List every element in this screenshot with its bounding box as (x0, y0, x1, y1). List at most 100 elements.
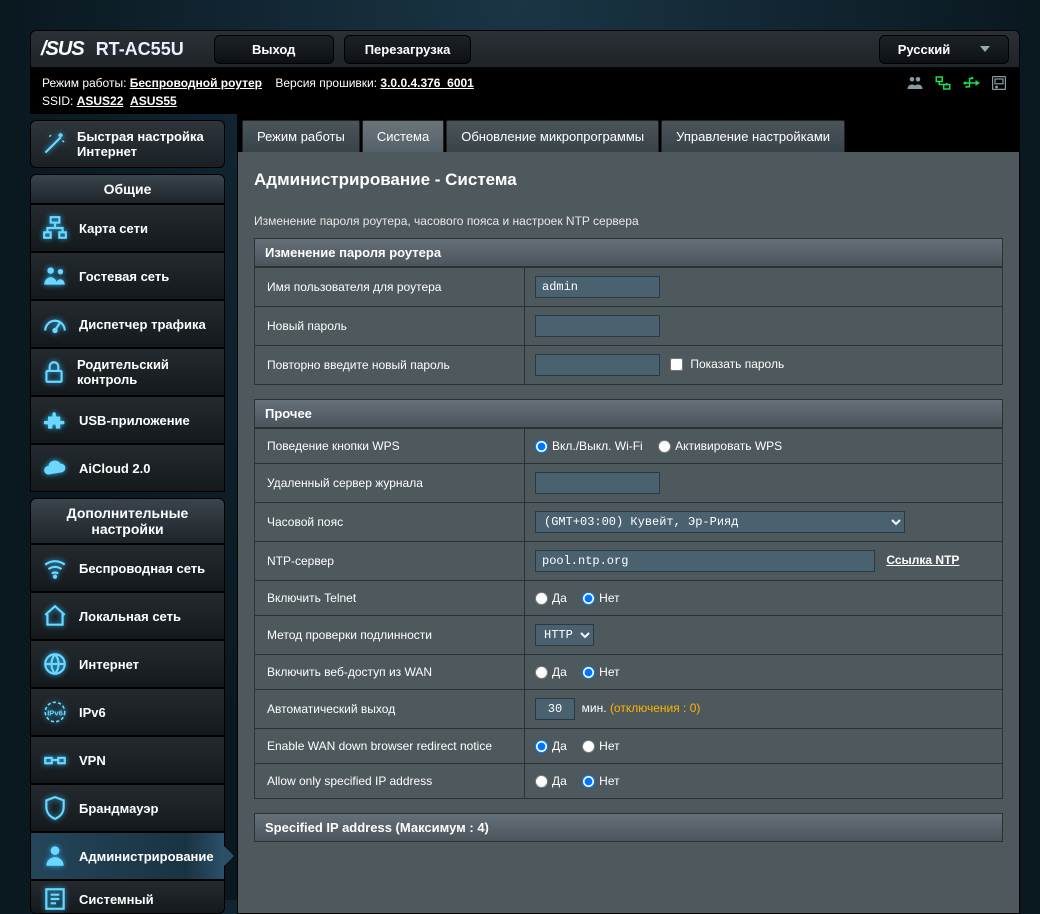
usb-icon[interactable] (962, 75, 980, 91)
sidebar-item-wireless[interactable]: Беспроводная сеть (30, 544, 225, 592)
sidebar-item-parental[interactable]: Родительский контроль (30, 348, 225, 396)
quick-setup-button[interactable]: Быстрая настройка Интернет (30, 120, 225, 168)
sidebar-item-network-map[interactable]: Карта сети (30, 204, 225, 252)
tab-firmware[interactable]: Обновление микропрограммы (446, 120, 659, 152)
sidebar-item-label: Интернет (79, 657, 139, 672)
retype-label: Повторно введите новый пароль (255, 346, 525, 385)
telnet-no[interactable]: Нет (582, 591, 619, 605)
retype-input[interactable] (535, 354, 660, 376)
sidebar-item-label: Беспроводная сеть (79, 561, 205, 576)
reboot-button[interactable]: Перезагрузка (344, 35, 472, 64)
allow-ip-label: Allow only specified IP address (255, 764, 525, 799)
log-icon (41, 885, 69, 913)
shield-icon (41, 794, 69, 822)
sidebar-item-wan[interactable]: Интернет (30, 640, 225, 688)
puzzle-icon (41, 406, 69, 434)
wan-down-yes[interactable]: Да (535, 739, 567, 753)
sidebar-item-ipv6[interactable]: IPv6 IPv6 (30, 688, 225, 736)
sidebar-item-label: IPv6 (79, 705, 106, 720)
sidebar-item-label: Брандмауэр (79, 801, 158, 816)
clients-icon[interactable] (906, 75, 924, 91)
wps-opt-toggle[interactable]: Вкл./Выкл. Wi-Fi (535, 439, 643, 453)
sidebar-item-label: AiCloud 2.0 (79, 461, 151, 476)
status-bar: Режим работы: Беспроводной роутер Версия… (30, 68, 1020, 114)
ssid1-link[interactable]: ASUS22 (77, 92, 124, 110)
allow-ip-yes[interactable]: Да (535, 774, 567, 788)
wps-opt-activate[interactable]: Активировать WPS (658, 439, 782, 453)
lock-icon (41, 358, 67, 386)
mode-value-link[interactable]: Беспроводной роутер (130, 74, 262, 92)
login-label: Имя пользователя для роутера (255, 268, 525, 307)
sidebar: Быстрая настройка Интернет Общие Карта с… (30, 120, 225, 914)
network-map-icon (41, 214, 69, 242)
ntp-link[interactable]: Ссылка NTP (886, 553, 959, 567)
login-input[interactable] (535, 276, 660, 298)
sidebar-item-label: Гостевая сеть (79, 269, 169, 284)
admin-icon (41, 842, 69, 870)
tab-system[interactable]: Система (362, 120, 444, 152)
gauge-icon (41, 310, 69, 338)
page-title: Администрирование - Система (254, 170, 1003, 190)
wan-access-label: Включить веб-доступ из WAN (255, 655, 525, 690)
sidebar-item-label: Родительский контроль (77, 357, 214, 387)
telnet-yes[interactable]: Да (535, 591, 567, 605)
tabs: Режим работы Система Обновление микропро… (238, 115, 1019, 152)
logout-button[interactable]: Выход (214, 35, 334, 64)
sidebar-item-label: USB-приложение (79, 413, 190, 428)
sidebar-item-label: Системный (79, 892, 154, 907)
sidebar-section-general: Общие (30, 174, 225, 204)
telnet-label: Включить Telnet (255, 581, 525, 616)
remote-log-label: Удаленный сервер журнала (255, 464, 525, 503)
newpw-input[interactable] (535, 315, 660, 337)
tz-label: Часовой пояс (255, 503, 525, 542)
show-password-label: Показать пароль (690, 357, 784, 371)
language-select[interactable]: Русский (879, 35, 1009, 64)
tab-settings-mgmt[interactable]: Управление настройками (661, 120, 845, 152)
mode-label: Режим работы: (42, 74, 126, 92)
brand-logo: /SUS (41, 38, 84, 61)
ntp-label: NTP-сервер (255, 542, 525, 581)
wan-down-no[interactable]: Нет (582, 739, 619, 753)
cloud-icon (41, 454, 69, 482)
language-label: Русский (898, 42, 951, 57)
show-password-checkbox[interactable] (670, 358, 683, 371)
storage-icon[interactable] (990, 75, 1008, 91)
sidebar-item-label: Карта сети (79, 221, 148, 236)
ssid2-link[interactable]: ASUS55 (130, 92, 177, 110)
newpw-label: Новый пароль (255, 307, 525, 346)
ntp-input[interactable] (535, 550, 875, 572)
section-ip-list: Specified IP address (Максимум : 4) (254, 813, 1003, 842)
lan-icon[interactable] (934, 75, 952, 91)
remote-log-input[interactable] (535, 472, 660, 494)
autologout-input[interactable] (535, 698, 575, 720)
wps-label: Поведение кнопки WPS (255, 429, 525, 464)
sidebar-item-system-log[interactable]: Системный (30, 880, 225, 914)
wan-down-label: Enable WAN down browser redirect notice (255, 729, 525, 764)
sidebar-item-usb[interactable]: USB-приложение (30, 396, 225, 444)
sidebar-item-administration[interactable]: Администри­рование (30, 832, 225, 880)
fw-label: Версия прошивки: (275, 74, 377, 92)
wan-access-yes[interactable]: Да (535, 665, 567, 679)
ipv6-icon: IPv6 (41, 698, 69, 726)
sidebar-item-traffic[interactable]: Диспетчер трафика (30, 300, 225, 348)
sidebar-item-label: VPN (79, 753, 106, 768)
wan-access-no[interactable]: Нет (582, 665, 619, 679)
timezone-select[interactable]: (GMT+03:00) Кувейт, Эр-Рияд (535, 511, 905, 533)
auth-label: Метод проверки подлинности (255, 616, 525, 655)
sidebar-item-vpn[interactable]: VPN (30, 736, 225, 784)
top-bar: /SUS RT-AC55U Выход Перезагрузка Русский (30, 30, 1020, 68)
sidebar-item-firewall[interactable]: Брандмауэр (30, 784, 225, 832)
svg-text:IPv6: IPv6 (47, 708, 63, 717)
sidebar-item-aicloud[interactable]: AiCloud 2.0 (30, 444, 225, 492)
ssid-label: SSID: (42, 92, 73, 110)
auth-select[interactable]: HTTP (535, 624, 594, 646)
globe-icon (41, 650, 69, 678)
model-name: RT-AC55U (96, 39, 184, 60)
sidebar-item-lan[interactable]: Локальная сеть (30, 592, 225, 640)
sidebar-item-guest[interactable]: Гостевая сеть (30, 252, 225, 300)
allow-ip-no[interactable]: Нет (582, 774, 619, 788)
tab-op-mode[interactable]: Режим работы (242, 120, 360, 152)
fw-value-link[interactable]: 3.0.0.4.376_6001 (380, 74, 473, 92)
content-area: Режим работы Система Обновление микропро… (237, 114, 1020, 914)
page-description: Изменение пароля роутера, часового пояса… (254, 214, 1003, 228)
